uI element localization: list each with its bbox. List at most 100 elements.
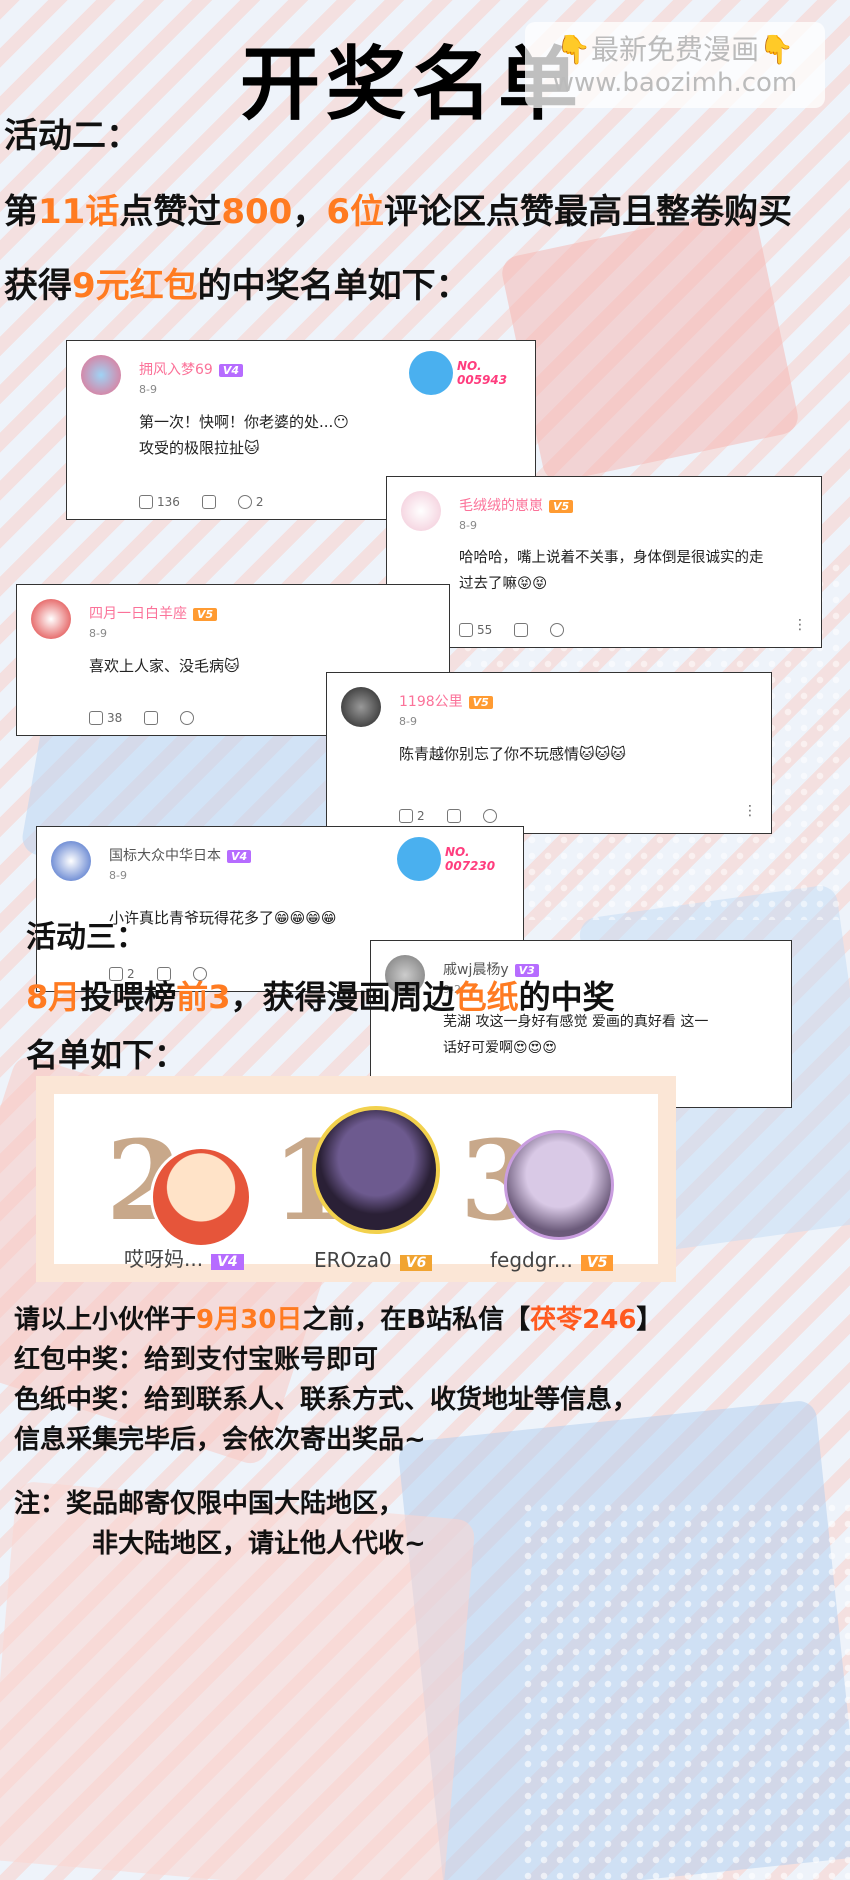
ranking-name-text: EROza0 bbox=[314, 1248, 392, 1272]
text-fragment: ，获得漫画周边 bbox=[230, 978, 455, 1016]
highlight-likes: 800 bbox=[221, 192, 293, 232]
watermark-text: 最新免费漫画 bbox=[590, 33, 759, 66]
reply-button[interactable] bbox=[180, 711, 195, 725]
fan-badge: NO. 005943 bbox=[409, 351, 519, 399]
like-button[interactable]: 38 bbox=[89, 711, 122, 725]
comment-date: 8-9 bbox=[109, 869, 127, 882]
avatar[interactable] bbox=[150, 1146, 252, 1248]
username-text: 拥风入梦69 bbox=[139, 362, 213, 378]
text-fragment: 的中奖名单如下： bbox=[197, 266, 470, 306]
comment-actions: 136 2 bbox=[139, 495, 264, 509]
dislike-button[interactable] bbox=[201, 495, 216, 509]
text-fragment: 评论区点赞最高且整卷购买 bbox=[383, 192, 792, 232]
like-count: 2 bbox=[417, 809, 425, 823]
comment-line: 哈哈哈，嘴上说着不关事，身体倒是很诚实的走 bbox=[459, 550, 764, 566]
text-fragment: 点赞过 bbox=[119, 192, 222, 232]
more-menu-icon[interactable]: ⋮ bbox=[743, 803, 757, 819]
avatar[interactable] bbox=[401, 491, 441, 531]
text-fragment: 【 bbox=[504, 1305, 531, 1335]
username-text: 1198公里 bbox=[399, 694, 463, 710]
username-text: 四月一日白羊座 bbox=[89, 606, 187, 622]
avatar[interactable] bbox=[312, 1106, 440, 1234]
avatar[interactable] bbox=[81, 355, 121, 395]
instructions: 请以上小伙伴于9月30日之前，在B站私信【茯苓246】 红包中奖：给到支付宝账号… bbox=[14, 1300, 662, 1564]
event2-heading: 活动二： bbox=[4, 116, 140, 156]
comment-text: 哈哈哈，嘴上说着不关事，身体倒是很诚实的走 过去了嘛😝😝 bbox=[459, 545, 764, 597]
event3-condition: 8月投喂榜前3，获得漫画周边色纸的中奖 bbox=[26, 972, 615, 1018]
feeding-ranking-panel: 2 哎呀妈... V4 1 EROza0 V6 3 fegdgr... V5 bbox=[36, 1076, 676, 1282]
dislike-button[interactable] bbox=[446, 809, 461, 823]
ranking-name[interactable]: fegdgr... V5 bbox=[490, 1248, 614, 1272]
text-fragment: 获得 bbox=[4, 266, 72, 306]
dislike-button[interactable] bbox=[144, 711, 159, 725]
text-fragment: 的中奖 bbox=[518, 978, 615, 1016]
comment-date: 8-9 bbox=[399, 715, 417, 728]
like-button[interactable]: 136 bbox=[139, 495, 180, 509]
text-fragment: ， bbox=[292, 192, 327, 232]
like-count: 55 bbox=[477, 623, 493, 637]
username-text: 毛绒绒的崽崽 bbox=[459, 498, 543, 514]
watermark-url: www.baozimh.com bbox=[552, 68, 798, 98]
ranking-name[interactable]: 哎呀妈... V4 bbox=[124, 1243, 244, 1272]
more-menu-icon[interactable]: ⋮ bbox=[793, 617, 807, 633]
text-fragment: 之前，在B站私信 bbox=[302, 1305, 505, 1335]
comment-username[interactable]: 1198公里 V5 bbox=[399, 691, 493, 711]
notes-line: 色纸中奖：给到联系人、联系方式、收货地址等信息， bbox=[14, 1385, 639, 1415]
avatar[interactable] bbox=[504, 1130, 614, 1240]
badge-label: NO. bbox=[445, 845, 470, 859]
comment-username[interactable]: 毛绒绒的崽崽 V5 bbox=[459, 495, 574, 515]
event2-prize: 获得9元红包的中奖名单如下： bbox=[4, 258, 470, 307]
reply-button[interactable]: 2 bbox=[237, 495, 264, 509]
reply-button[interactable] bbox=[482, 809, 497, 823]
avatar[interactable] bbox=[51, 841, 91, 881]
level-badge: V4 bbox=[211, 1254, 244, 1270]
level-badge: V5 bbox=[580, 1255, 614, 1271]
highlight-month: 8月 bbox=[26, 978, 81, 1016]
username-text: 国标大众中华日本 bbox=[109, 848, 221, 864]
highlight-episode: 11话 bbox=[38, 192, 120, 232]
level-badge: V4 bbox=[227, 850, 252, 863]
avatar[interactable] bbox=[31, 599, 71, 639]
comment-username[interactable]: 国标大众中华日本 V4 bbox=[109, 845, 252, 865]
highlight-deadline: 9月30日 bbox=[196, 1305, 303, 1335]
comment-bubble-icon bbox=[180, 711, 195, 725]
comment-line: 话好可爱啊😍😍😍 bbox=[443, 1040, 557, 1056]
highlight-prize: 色纸 bbox=[454, 978, 519, 1016]
event2-condition: 第11话点赞过800，6位评论区点赞最高且整卷购买 bbox=[4, 184, 792, 233]
text-fragment: 】 bbox=[636, 1305, 663, 1335]
text-fragment: 投喂榜 bbox=[80, 978, 177, 1016]
avatar[interactable] bbox=[341, 687, 381, 727]
text-fragment: 第 bbox=[4, 192, 38, 232]
ranking-entry: 1 EROza0 V6 bbox=[272, 1106, 472, 1276]
comment-username[interactable]: 四月一日白羊座 V5 bbox=[89, 603, 218, 623]
event3-heading: 活动三： bbox=[26, 920, 146, 955]
comment-date: 8-9 bbox=[139, 383, 157, 396]
like-button[interactable]: 2 bbox=[399, 809, 425, 823]
thumbs-up-icon bbox=[139, 495, 153, 509]
pointing-hand-icon: 👇 bbox=[759, 33, 794, 66]
thumbs-down-icon bbox=[446, 809, 461, 823]
comment-text: 陈青越你别忘了你不玩感情🐱🐱🐱 bbox=[399, 741, 626, 767]
notes-line: 红包中奖：给到支付宝账号即可 bbox=[14, 1345, 379, 1375]
fan-badge: NO. 007230 bbox=[397, 837, 507, 885]
like-count: 136 bbox=[157, 495, 180, 509]
comment-username[interactable]: 拥风入梦69 V4 bbox=[139, 359, 243, 379]
badge-number: 007230 bbox=[445, 859, 496, 873]
comment-line: 过去了嘛😝😝 bbox=[459, 576, 548, 592]
comment-date: 8-9 bbox=[89, 627, 107, 640]
comment-line: 攻受的极限拉扯🐱 bbox=[139, 439, 260, 457]
comment-date: 8-9 bbox=[459, 519, 477, 532]
level-badge: V6 bbox=[399, 1255, 433, 1271]
comment-card: 1198公里 V5 8-9 陈青越你别忘了你不玩感情🐱🐱🐱 2 ⋮ bbox=[326, 672, 772, 834]
ranking-entry: 3 fegdgr... V5 bbox=[460, 1106, 660, 1276]
comment-line: 陈青越你别忘了你不玩感情🐱🐱🐱 bbox=[399, 745, 626, 763]
like-button[interactable]: 55 bbox=[459, 623, 492, 637]
comment-card: 毛绒绒的崽崽 V5 8-9 哈哈哈，嘴上说着不关事，身体倒是很诚实的走 过去了嘛😝😝… bbox=[386, 476, 822, 648]
dislike-button[interactable] bbox=[514, 623, 529, 637]
like-count: 38 bbox=[107, 711, 123, 725]
ranking-name[interactable]: EROza0 V6 bbox=[314, 1248, 433, 1272]
badge-avatar bbox=[409, 351, 453, 395]
reply-button[interactable] bbox=[550, 623, 565, 637]
comment-bubble-icon bbox=[237, 495, 252, 509]
comment-line: 喜欢上人家、没毛病🐱 bbox=[89, 657, 240, 675]
